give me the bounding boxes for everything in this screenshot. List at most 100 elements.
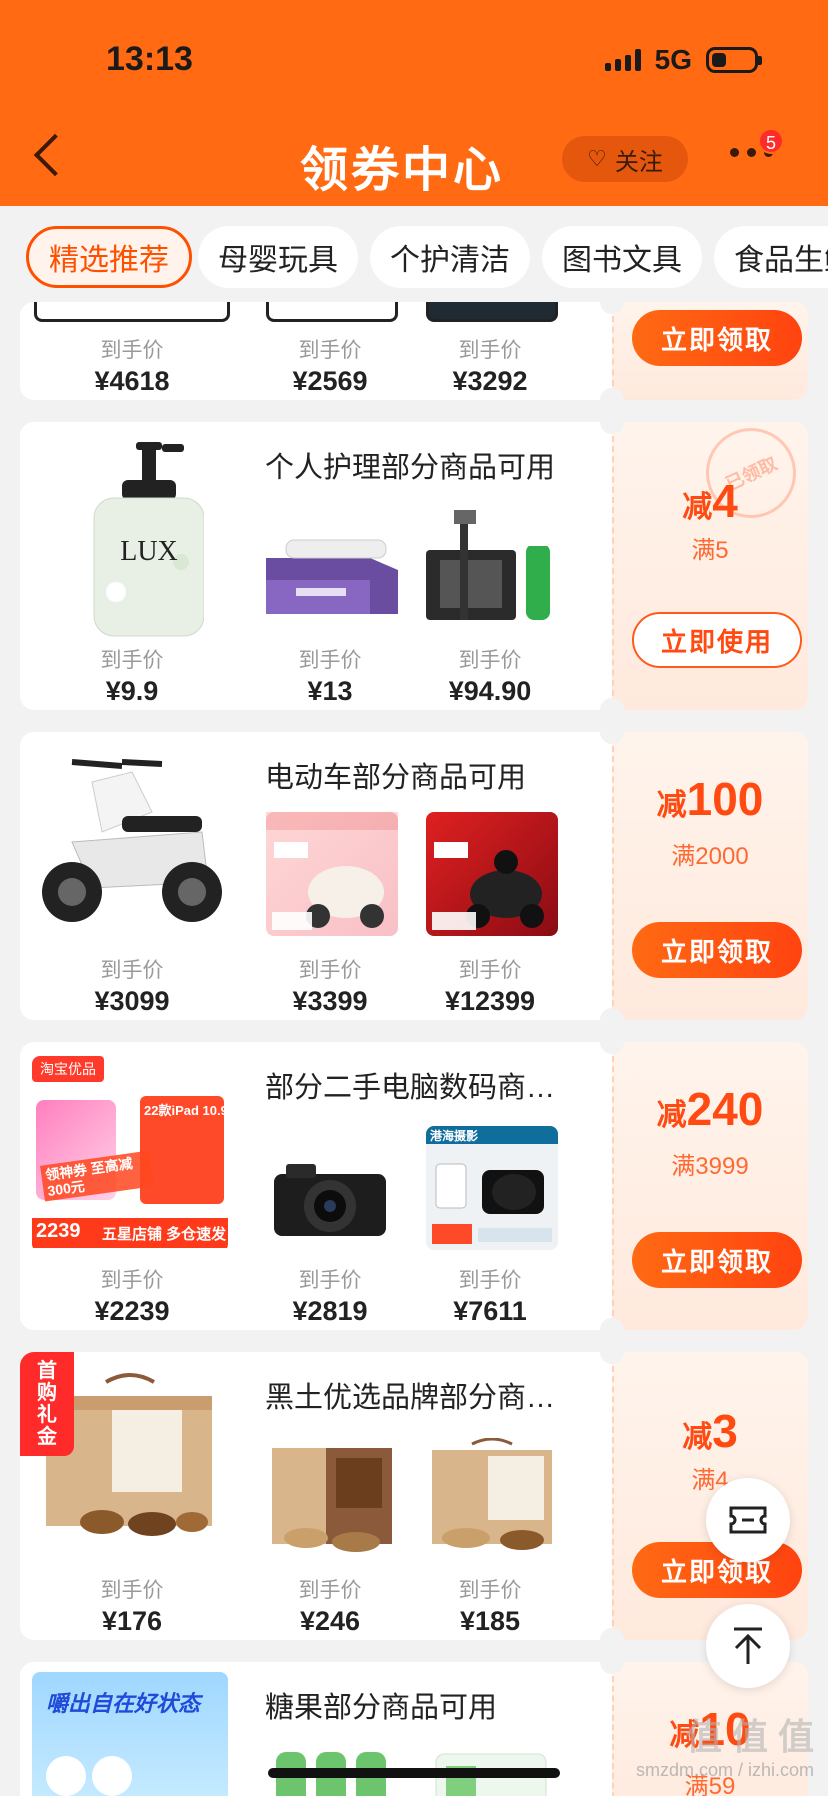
product-image[interactable] bbox=[266, 1438, 398, 1556]
coupon-card: 电动车部分商品可用 到手价 ¥3099 到手价 ¥3399 到手价 ¥12399… bbox=[20, 732, 808, 1020]
scroll-top-button[interactable] bbox=[706, 1604, 790, 1688]
product-image[interactable]: 嚼出自在好状态 bbox=[32, 1672, 228, 1796]
price-block: 到手价 ¥12399 bbox=[410, 954, 570, 1017]
price-label: 到手价 bbox=[100, 1269, 164, 1292]
price-block: 到手价 ¥4618 bbox=[52, 334, 212, 397]
network-label: 5G bbox=[654, 44, 692, 75]
price-value: ¥3292 bbox=[452, 366, 528, 396]
price-value: ¥246 bbox=[299, 1606, 361, 1636]
price-block: 到手价 ¥2569 bbox=[250, 334, 410, 397]
tab-baby-toys[interactable]: 母婴玩具 bbox=[198, 226, 358, 288]
price-block: 到手价 ¥9.9 bbox=[52, 644, 212, 707]
tab-books-stationery[interactable]: 图书文具 bbox=[542, 226, 702, 288]
price-value: ¥13 bbox=[307, 676, 353, 706]
signal-icon bbox=[604, 49, 641, 71]
price-label: 到手价 bbox=[458, 1579, 522, 1602]
card-title: 个人护理部分商品可用 bbox=[265, 452, 556, 484]
discount-threshold: 满4 bbox=[691, 1467, 729, 1494]
price-value: ¥9.9 bbox=[105, 676, 159, 706]
discount-amount: 减100 bbox=[656, 773, 764, 825]
notification-badge: 5 bbox=[758, 128, 784, 154]
coupon-card: 黑土优选品牌部分商… 首购礼金 到手价 ¥176 到手价 ¥246 到手价 ¥1… bbox=[20, 1352, 808, 1640]
price-block: 到手价 ¥2239 bbox=[52, 1264, 212, 1327]
coupon-panel: 减100 满2000 立即领取 bbox=[600, 732, 808, 1020]
price-label: 到手价 bbox=[458, 339, 522, 362]
price-value: ¥2819 bbox=[292, 1296, 368, 1326]
card-title: 黑土优选品牌部分商… bbox=[265, 1382, 556, 1414]
product-image[interactable] bbox=[32, 752, 228, 932]
price-value: ¥185 bbox=[459, 1606, 521, 1636]
price-label: 到手价 bbox=[100, 339, 164, 362]
follow-label: 关注 bbox=[614, 148, 663, 176]
product-image[interactable] bbox=[266, 812, 398, 936]
price-label: 到手价 bbox=[298, 1269, 362, 1292]
price-value: ¥94.90 bbox=[448, 676, 532, 706]
price-label: 到手价 bbox=[298, 959, 362, 982]
price-label: 到手价 bbox=[458, 1269, 522, 1292]
candy-banner: 嚼出自在好状态 bbox=[46, 1691, 201, 1716]
price-value: ¥3099 bbox=[94, 986, 170, 1016]
claim-button[interactable]: 立即领取 bbox=[632, 922, 802, 978]
tab-food-fresh[interactable]: 食品生鲜 bbox=[714, 226, 828, 288]
price-block: 到手价 ¥3399 bbox=[250, 954, 410, 1017]
product-image[interactable] bbox=[266, 538, 398, 618]
arrow-up-icon bbox=[734, 1627, 762, 1664]
coupon-panel: 已领取 减4 满5 立即使用 bbox=[600, 422, 808, 710]
product-image[interactable] bbox=[426, 510, 558, 622]
card-title: 糖果部分商品可用 bbox=[265, 1692, 498, 1724]
price-block: 到手价 ¥7611 bbox=[410, 1264, 570, 1327]
price-label: 到手价 bbox=[298, 339, 362, 362]
price-value: ¥2569 bbox=[292, 366, 368, 396]
price-block: 到手价 ¥2819 bbox=[250, 1264, 410, 1327]
use-button[interactable]: 立即使用 bbox=[632, 612, 802, 668]
price-value: ¥12399 bbox=[444, 986, 536, 1016]
status-time: 13:13 bbox=[106, 40, 193, 78]
lens-tag: 港海摄影 bbox=[430, 1129, 479, 1143]
discount-amount: 减4 bbox=[682, 475, 738, 527]
product-image[interactable] bbox=[426, 1437, 558, 1556]
price-value: ¥4618 bbox=[94, 366, 170, 396]
product-image[interactable] bbox=[34, 302, 230, 322]
coupon-wallet-button[interactable] bbox=[706, 1478, 790, 1562]
follow-button[interactable]: ♡ 关注 bbox=[562, 136, 688, 182]
page-title: 领券中心 bbox=[300, 144, 505, 197]
back-icon[interactable] bbox=[33, 133, 77, 177]
tab-featured[interactable]: 精选推荐 bbox=[26, 226, 192, 288]
discount-amount: 减3 bbox=[682, 1405, 738, 1457]
price-value: ¥3399 bbox=[292, 986, 368, 1016]
claim-button[interactable]: 立即领取 bbox=[632, 1232, 802, 1288]
price-block: 到手价 ¥94.90 bbox=[410, 644, 570, 707]
price-value: ¥2239 bbox=[94, 1296, 170, 1326]
price-block: 到手价 ¥176 bbox=[52, 1574, 212, 1637]
product-image[interactable] bbox=[426, 812, 558, 936]
price-block: 到手价 ¥185 bbox=[410, 1574, 570, 1637]
watermark: 值 值 值 bbox=[685, 1716, 814, 1757]
price-label: 到手价 bbox=[458, 959, 522, 982]
coupon-card: 部分二手电脑数码商… 淘宝优品 22款iPad 10.9 领神券 至高减300元… bbox=[20, 1042, 808, 1330]
price-label: 到手价 bbox=[458, 649, 522, 672]
discount-threshold: 满5 bbox=[691, 537, 729, 564]
product-image[interactable] bbox=[266, 302, 398, 322]
price-block: 到手价 ¥13 bbox=[250, 644, 410, 707]
price-block: 到手价 ¥246 bbox=[250, 1574, 410, 1637]
coupon-card: 个人护理部分商品可用 LUX 到手价 ¥9.9 到手价 ¥13 到手价 ¥94.… bbox=[20, 422, 808, 710]
coupon-card: 到手价 ¥4618 到手价 ¥2569 到手价 ¥3292 立即领取 bbox=[20, 302, 808, 400]
header-bar: 13:13 5G 领券中心 ♡ 关注 5 bbox=[0, 0, 828, 206]
price-label: 到手价 bbox=[298, 649, 362, 672]
ticket-icon bbox=[729, 1506, 767, 1534]
product-image[interactable] bbox=[426, 302, 558, 322]
product-image[interactable]: LUX bbox=[86, 442, 205, 638]
watermark-sub: smzdm.com / izhi.com bbox=[635, 1760, 814, 1780]
tab-personal-care[interactable]: 个护清洁 bbox=[370, 226, 530, 288]
coupon-panel: 立即领取 bbox=[600, 302, 808, 400]
product-image[interactable]: 港海摄影 bbox=[426, 1126, 558, 1250]
price-block: 到手价 ¥3099 bbox=[52, 954, 212, 1017]
product-image[interactable] bbox=[266, 1146, 398, 1246]
product-image[interactable]: 淘宝优品 22款iPad 10.9 领神券 至高减300元 2239 五星店铺 … bbox=[32, 1056, 228, 1252]
price-value: ¥7611 bbox=[453, 1296, 527, 1326]
ipad-title: 22款iPad 10.9 bbox=[144, 1103, 228, 1118]
claim-button[interactable]: 立即领取 bbox=[632, 310, 802, 366]
discount-threshold: 满2000 bbox=[671, 843, 749, 870]
price-value: ¥176 bbox=[101, 1606, 163, 1636]
home-indicator[interactable] bbox=[268, 1768, 560, 1778]
